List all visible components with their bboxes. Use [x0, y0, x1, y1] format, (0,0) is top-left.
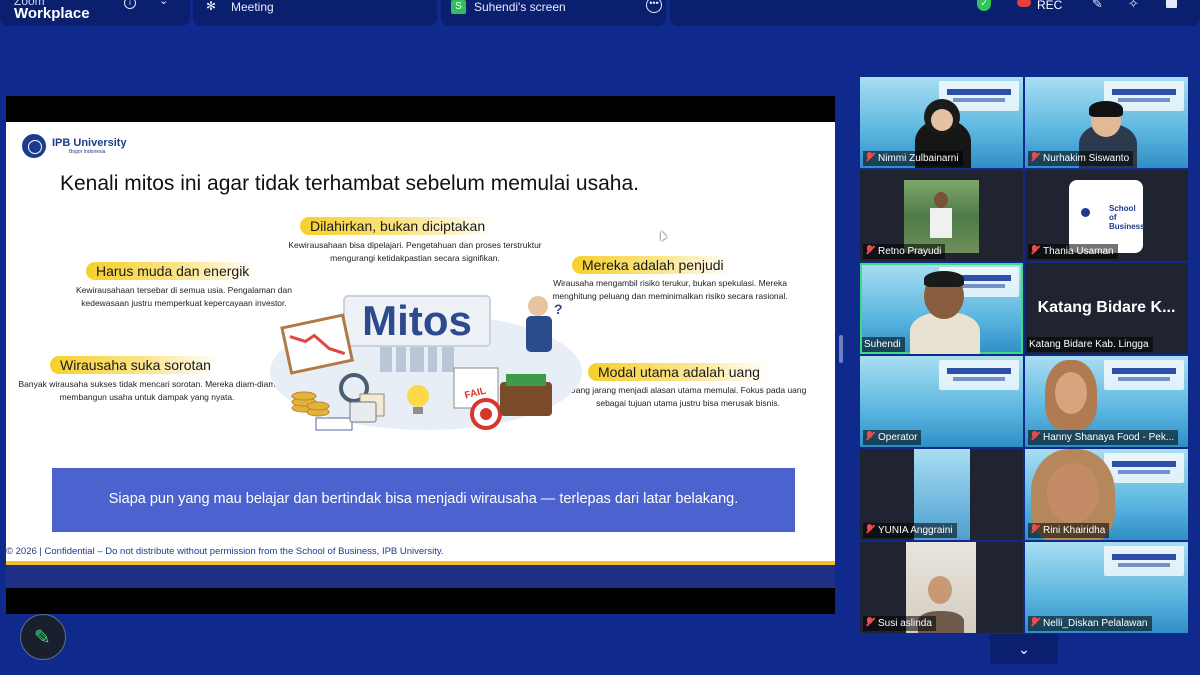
participant-name: Nelli_Diskan Pelalawan: [1028, 616, 1152, 631]
meeting-tab[interactable]: ✻ Meeting: [193, 0, 437, 26]
myth-label: Harus muda dan energik: [86, 262, 258, 280]
participant-name: Nurhakim Siswanto: [1028, 151, 1134, 166]
annotate-button[interactable]: ✎: [20, 614, 66, 660]
participant-name: Suhendi: [862, 337, 905, 352]
org-subtitle: Bogor Indonesia: [69, 149, 106, 155]
participant-name: Thania Usaman: [1028, 244, 1118, 259]
annotate-pen-icon[interactable]: ✎: [1092, 0, 1103, 10]
recording-cloud-icon: [1017, 0, 1031, 7]
mouse-cursor: [661, 231, 667, 241]
footer-band: [6, 565, 835, 588]
school-logo-text: School of Business: [1109, 204, 1145, 231]
video-tile[interactable]: Nelli_Diskan Pelalawan: [1025, 542, 1188, 633]
confidential-footer: © 2026 | Confidential – Do not distribut…: [6, 546, 444, 557]
presentation-slide: IPB University Bogor Indonesia Kenali mi…: [6, 122, 835, 588]
mic-muted-icon: [1030, 617, 1039, 627]
gallery-scroll-chevron-down-icon[interactable]: ⌄: [990, 634, 1058, 664]
participant-figure: [930, 208, 952, 238]
mic-muted-icon: [1030, 524, 1039, 534]
mitos-illustration: Mitos FAIL ?: [270, 295, 582, 431]
meeting-tab-label: Meeting: [231, 0, 274, 14]
myth-label: Mereka adalah penjudi: [572, 256, 732, 274]
mic-muted-icon: [1030, 245, 1039, 255]
myth-description: Kewirausahaan bisa dipelajari. Pengetahu…: [288, 240, 542, 263]
video-tile[interactable]: Katang Bidare K... Katang Bidare Kab. Li…: [1025, 263, 1188, 354]
sparkle-icon[interactable]: ✧: [1128, 0, 1139, 10]
mic-muted-icon: [865, 617, 874, 627]
recording-label[interactable]: REC: [1037, 0, 1062, 12]
participant-face: [1055, 372, 1087, 414]
participant-name: Susi aslinda: [863, 616, 936, 631]
ipb-logo-icon: [22, 134, 46, 158]
myth-label: Modal utama adalah uang: [588, 363, 768, 381]
video-tile[interactable]: School of Business Thania Usaman: [1025, 170, 1188, 261]
slide-title: Kenali mitos ini agar tidak terhambat se…: [60, 172, 639, 195]
participant-name: Retno Prayudi: [863, 244, 946, 259]
participant-name: Nimmi Zulbainarni: [863, 151, 963, 166]
right-controls: [670, 0, 1200, 26]
paw-icon: ✻: [206, 0, 217, 13]
mic-muted-icon: [1030, 152, 1039, 162]
mic-muted-icon: [865, 152, 874, 162]
pencil-icon: ✎: [34, 627, 51, 649]
layout-icon[interactable]: [1166, 0, 1177, 8]
split-resize-handle[interactable]: [839, 335, 843, 363]
center-word: Mitos: [362, 297, 472, 344]
video-tile[interactable]: Rini Khairidha: [1025, 449, 1188, 540]
myth-label: Dilahirkan, bukan diciptakan: [300, 217, 494, 235]
video-tile[interactable]: Nimmi Zulbainarni: [860, 77, 1023, 168]
org-name: IPB University: [52, 137, 127, 149]
slide-background: [939, 360, 1019, 390]
chevron-down-icon[interactable]: ⌄: [159, 0, 168, 7]
participant-name: Rini Khairidha: [1028, 523, 1110, 538]
mic-muted-icon: [1030, 431, 1039, 441]
slide-background: [1104, 360, 1184, 390]
participant-display-name: Katang Bidare K...: [1037, 299, 1176, 316]
participant-hair: [924, 271, 964, 287]
svg-text:?: ?: [554, 301, 563, 317]
participant-face: [931, 109, 953, 131]
myth-label: Wirausaha suka sorotan: [50, 356, 219, 374]
participant-face: [1047, 463, 1099, 523]
video-tile[interactable]: Susi aslinda: [860, 542, 1023, 633]
info-icon[interactable]: i: [124, 0, 136, 9]
participant-face: [934, 192, 948, 208]
participant-face: [928, 576, 952, 604]
video-tile[interactable]: YUNIA Anggraini: [860, 449, 1023, 540]
key-message-banner: Siapa pun yang mau belajar dan bertindak…: [52, 468, 795, 532]
top-toolbar: Zoom Workplace i ⌄ ✻ Meeting S Suhendi's…: [0, 0, 1200, 28]
myth-description: Banyak wirausaha sukses tidak mencari so…: [18, 379, 276, 402]
banner-text: Siapa pun yang mau belajar dan bertindak…: [108, 491, 739, 507]
participant-name: Katang Bidare Kab. Lingga: [1027, 337, 1153, 352]
mic-muted-icon: [865, 245, 874, 255]
video-tile[interactable]: Operator: [860, 356, 1023, 447]
participant-name: Operator: [863, 430, 922, 445]
video-tile[interactable]: Hanny Shanaya Food - Pek...: [1025, 356, 1188, 447]
participant-hair: [1089, 101, 1123, 117]
slide-background: [1104, 546, 1184, 576]
app-name: Workplace: [14, 5, 90, 22]
slide-background: [1104, 453, 1184, 483]
video-tile-active-speaker[interactable]: Suhendi: [860, 263, 1023, 354]
mic-muted-icon: [865, 524, 874, 534]
participant-name: Hanny Shanaya Food - Pek...: [1028, 430, 1179, 445]
mic-muted-icon: [865, 431, 874, 441]
screen-share-badge: S: [451, 0, 466, 14]
myth-description: Uang jarang menjadi alasan utama memulai…: [569, 385, 807, 408]
video-tile[interactable]: Retno Prayudi: [860, 170, 1023, 261]
school-logo-icon: [1081, 208, 1090, 217]
video-tile[interactable]: Nurhakim Siswanto: [1025, 77, 1188, 168]
participant-name: YUNIA Anggraini: [863, 523, 957, 538]
app-segment: Zoom Workplace i ⌄: [0, 0, 190, 26]
screen-share-label: Suhendi's screen: [474, 0, 566, 14]
